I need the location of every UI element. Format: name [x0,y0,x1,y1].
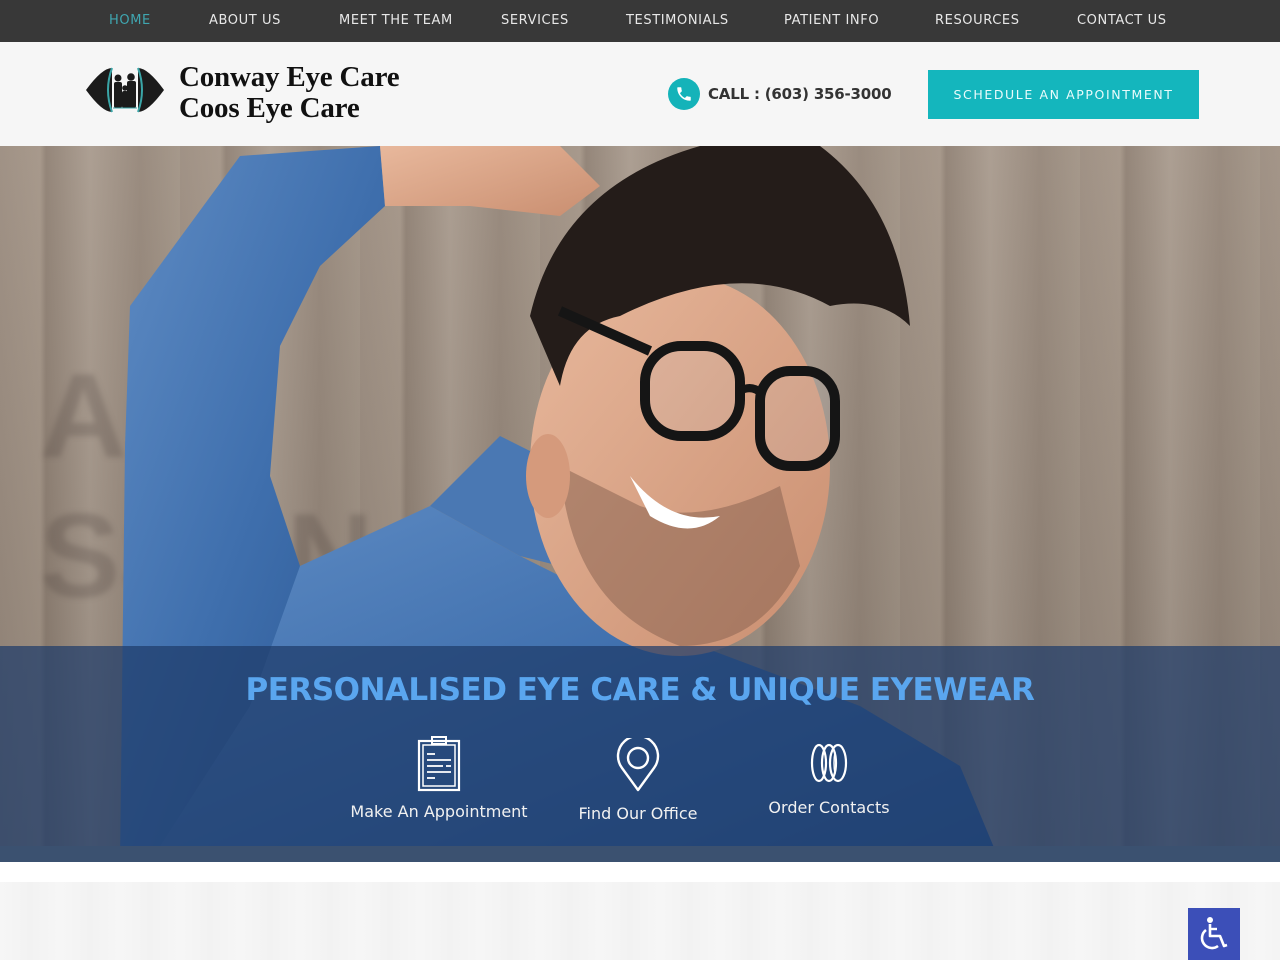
top-navigation: HOME ABOUT US MEET THE TEAM SERVICES TES… [0,0,1280,42]
nav-item-services[interactable]: SERVICES [501,0,569,42]
logo-text: Conway Eye Care Coos Eye Care [179,61,400,124]
clipboard-icon [417,736,461,792]
nav-item-meet-the-team[interactable]: MEET THE TEAM [339,0,453,42]
accessibility-button[interactable] [1188,908,1240,960]
feature-label: Find Our Office [578,804,698,823]
phone-number: CALL : (603) 356-3000 [708,85,892,103]
map-pin-icon [616,738,660,792]
hero-bottom-bar [0,846,1280,862]
section-background-texture [0,882,1280,960]
nav-item-about-us[interactable]: ABOUT US [209,0,281,42]
find-our-office-link[interactable]: Find Our Office [538,738,738,823]
hero-banner: AKSSAN [0,146,1280,862]
nav-item-home[interactable]: HOME [109,0,151,42]
order-contacts-link[interactable]: Order Contacts [729,742,929,817]
make-appointment-link[interactable]: Make An Appointment [339,736,539,821]
site-header: Conway Eye Care Coos Eye Care CALL : (60… [0,42,1280,146]
logo-line-2: Coos Eye Care [179,92,360,124]
content-section [0,882,1280,960]
nav-item-testimonials[interactable]: TESTIMONIALS [626,0,729,42]
nav-item-resources[interactable]: RESOURCES [935,0,1020,42]
phone-icon [668,78,700,110]
nav-item-contact-us[interactable]: CONTACT US [1077,0,1167,42]
nav-item-patient-info[interactable]: PATIENT INFO [784,0,879,42]
hero-tagline: PERSONALISED EYE CARE & UNIQUE EYEWEAR [245,672,1035,708]
contact-lens-icon [810,743,848,783]
call-link[interactable]: CALL : (603) 356-3000 [668,78,892,110]
wheelchair-icon [1200,917,1228,950]
schedule-appointment-button[interactable]: SCHEDULE AN APPOINTMENT [928,70,1199,119]
logo-line-1: Conway Eye Care [179,61,400,93]
feature-label: Order Contacts [768,798,890,817]
eye-family-logo-icon [86,67,164,113]
feature-label: Make An Appointment [350,802,528,821]
site-logo[interactable]: Conway Eye Care Coos Eye Care [82,62,422,128]
